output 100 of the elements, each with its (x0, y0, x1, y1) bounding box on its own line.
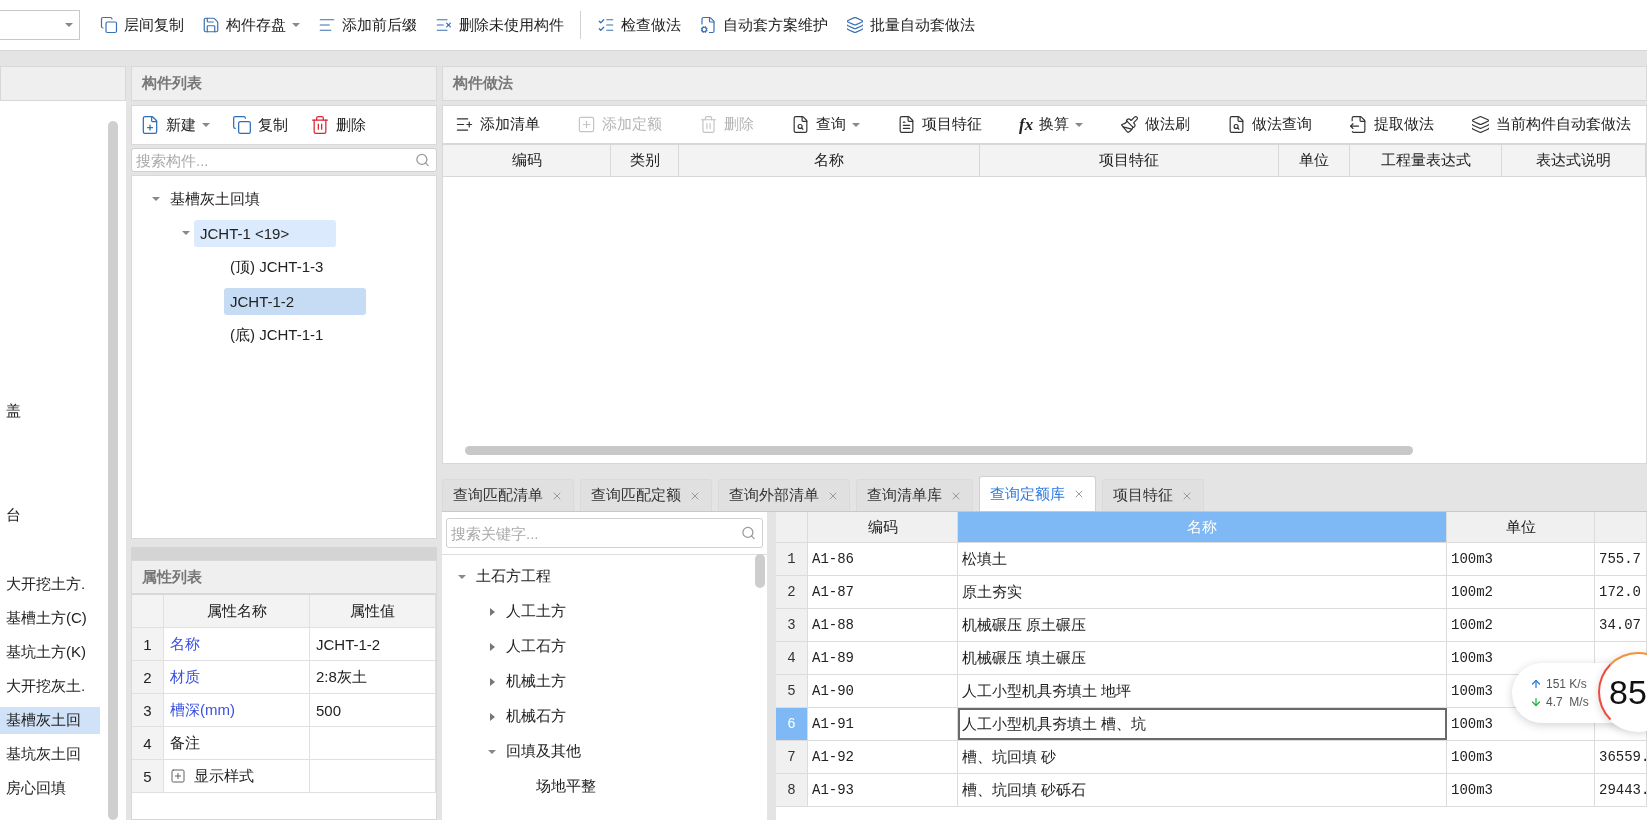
list-check-icon (597, 16, 615, 34)
copy-icon (100, 16, 118, 34)
list-item[interactable]: 盖 (0, 397, 100, 425)
row-number[interactable]: 3 (776, 609, 808, 641)
toolbar-button[interactable]: 添加前后缀 (316, 13, 419, 37)
caret-icon[interactable] (489, 712, 495, 721)
tree-item[interactable]: JCHT-1-2 (224, 287, 366, 315)
toolbar-button[interactable]: 层间复制 (98, 13, 186, 37)
tab[interactable]: 查询清单库 (856, 479, 973, 511)
tree-item[interactable]: 人工石方 (500, 632, 572, 661)
square-plus-icon (577, 115, 596, 134)
tab[interactable]: 查询匹配定额 (580, 479, 712, 511)
row-number[interactable]: 7 (776, 741, 808, 773)
action-button[interactable]: 当前构件自动套做法 (1469, 113, 1634, 136)
trash-icon (310, 115, 330, 135)
list-item[interactable]: 基槽土方(C) (0, 604, 100, 632)
caret-icon (202, 123, 210, 127)
caret-icon[interactable] (182, 231, 190, 235)
toolbar-button[interactable]: 检查做法 (595, 13, 683, 37)
row-number: 2 (132, 661, 164, 693)
column-header: 表达式说明 (1502, 145, 1646, 176)
tab[interactable]: 查询外部清单 (718, 479, 850, 511)
document-icon (897, 115, 916, 134)
tree-item[interactable]: 土石方工程 (470, 562, 557, 591)
list-item[interactable]: 基坑灰土回 (0, 740, 100, 768)
row-number[interactable]: 4 (776, 642, 808, 674)
expand-icon[interactable] (170, 768, 186, 784)
tree-item[interactable]: (底) JCHT-1-1 (224, 320, 366, 350)
up-arrow-icon (1530, 678, 1542, 690)
scrollbar-thumb[interactable] (465, 446, 1413, 455)
tree-item[interactable]: 人工土方 (500, 597, 572, 626)
caret-icon[interactable] (489, 677, 495, 686)
property-name: 材质 (170, 667, 200, 687)
upload-speed: 151 K/s (1530, 677, 1587, 691)
toolbar-button[interactable]: 删除未使用构件 (433, 13, 566, 37)
caret-icon[interactable] (488, 749, 496, 754)
action-button[interactable]: 新建 (138, 113, 212, 137)
list-item[interactable]: 基槽灰土回 (0, 706, 100, 734)
tree-item[interactable]: 机械石方 (500, 702, 572, 731)
dropdown-field[interactable] (0, 10, 80, 40)
tree-item[interactable]: 机械土方 (500, 667, 572, 696)
caret-icon (852, 122, 860, 127)
panel-title: 构件做法 (442, 66, 1647, 101)
caret-icon[interactable] (489, 607, 495, 616)
list-item[interactable]: 基坑土方(K) (0, 638, 100, 666)
action-button[interactable]: 查询 (789, 113, 862, 136)
caret-icon[interactable] (489, 642, 495, 651)
list-item[interactable]: 台 (0, 501, 100, 529)
caret-icon[interactable] (152, 197, 160, 201)
toolbar-button[interactable]: 批量自动套做法 (844, 13, 977, 37)
search-field[interactable]: 搜索关键字... (446, 518, 763, 548)
trash-icon (699, 115, 718, 134)
action-button[interactable]: 添加清单 (453, 113, 542, 136)
close-icon (1073, 488, 1085, 500)
action-button[interactable]: 做法刷 (1118, 113, 1193, 136)
tree-item[interactable]: 回填及其他 (500, 737, 587, 766)
list-x-icon (435, 16, 453, 34)
list-item[interactable]: 大开挖土方. (0, 570, 100, 598)
column-header: 名称 (679, 145, 980, 176)
action-button[interactable]: 提取做法 (1347, 113, 1437, 136)
column-header: 工程量表达式 (1350, 145, 1502, 176)
toolbar-button[interactable]: 自动套方案维护 (697, 13, 830, 37)
file-search-icon (791, 115, 810, 134)
action-button[interactable]: fx 换算 (1017, 112, 1086, 137)
action-button[interactable]: 删除 (308, 113, 368, 137)
column-header[interactable]: 单位 (1447, 512, 1595, 542)
column-header[interactable]: 编码 (808, 512, 958, 542)
row-number: 5 (132, 760, 164, 792)
tab[interactable]: 查询匹配清单 (442, 479, 574, 511)
list-item[interactable]: 房心回填 (0, 774, 100, 802)
row-number: 1 (132, 628, 164, 660)
column-header: 属性值 (310, 595, 436, 627)
list-item[interactable]: 大开挖灰土. (0, 672, 100, 700)
tree-item[interactable]: JCHT-1 <19> (194, 219, 336, 247)
caret-icon[interactable] (458, 574, 466, 579)
search-icon (415, 152, 430, 168)
column-header: 项目特征 (980, 145, 1279, 176)
row-number[interactable]: 5 (776, 675, 808, 707)
tree-item[interactable]: 场地平整 (530, 772, 602, 801)
property-name: 备注 (170, 733, 200, 753)
caret-icon (1075, 122, 1084, 127)
property-name: 显示样式 (194, 766, 254, 786)
tree-item[interactable]: 基槽灰土回填 (164, 184, 266, 214)
action-button[interactable]: 复制 (230, 113, 290, 137)
tab[interactable]: 查询定额库 (979, 476, 1096, 511)
toolbar-button[interactable]: 构件存盘 (200, 13, 302, 37)
action-button[interactable]: 项目特征 (895, 113, 984, 136)
caret-icon (292, 23, 300, 27)
action-button[interactable]: 做法查询 (1225, 113, 1315, 136)
column-header: 单位 (1279, 145, 1350, 176)
row-number[interactable]: 1 (776, 543, 808, 575)
tree-item[interactable]: (顶) JCHT-1-3 (224, 252, 366, 282)
row-number[interactable]: 2 (776, 576, 808, 608)
scrollbar-thumb[interactable] (755, 554, 765, 588)
row-number[interactable]: 8 (776, 774, 808, 806)
tab[interactable]: 项目特征 (1102, 479, 1204, 511)
search-field[interactable]: 搜索构件... (131, 148, 437, 172)
save-icon (202, 16, 220, 34)
scrollbar-thumb[interactable] (108, 121, 118, 820)
new-file-icon (140, 115, 160, 135)
